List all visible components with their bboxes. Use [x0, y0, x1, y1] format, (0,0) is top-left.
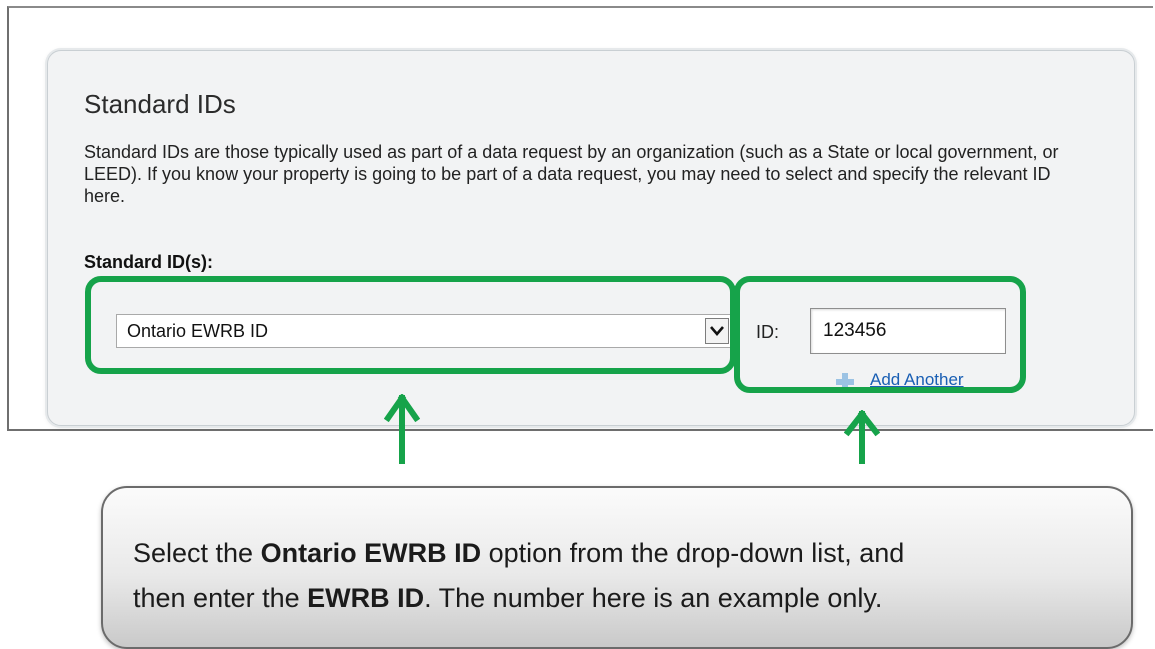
select-highlight-box [85, 276, 736, 374]
instruction-callout: Select the Ontario EWRB ID option from t… [101, 486, 1133, 649]
up-arrow-icon [384, 394, 420, 464]
callout-line-2: then enter the EWRB ID. The number here … [133, 583, 883, 613]
panel-description: Standard IDs are those typically used as… [84, 142, 1059, 206]
standard-ids-label: Standard ID(s): [84, 252, 214, 272]
up-arrow-icon [844, 410, 880, 464]
callout-line-1: Select the Ontario EWRB ID option from t… [133, 538, 905, 568]
panel-title: Standard IDs [84, 89, 236, 119]
id-highlight-box [734, 276, 1026, 393]
